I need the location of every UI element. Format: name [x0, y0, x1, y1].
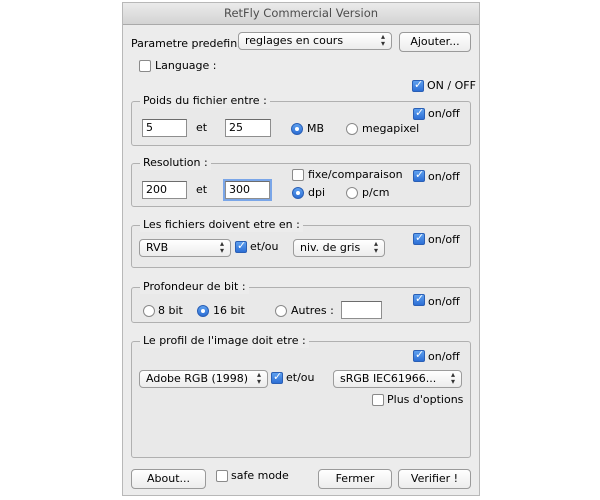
bitdepth-onoff-checkbox[interactable]	[413, 292, 425, 306]
select-arrows-icon: ▴ ▾	[450, 370, 455, 386]
files-onoff-checkbox[interactable]	[413, 231, 425, 245]
resolution-pcm-label: p/cm	[362, 186, 390, 199]
profile2-select[interactable]: sRGB IEC61966... ▴ ▾	[333, 370, 462, 388]
profile-onoff-checkbox[interactable]	[413, 348, 425, 362]
files-onoff-label: on/off	[428, 233, 460, 246]
verify-button[interactable]: Verifier !	[398, 469, 471, 489]
resolution-dpi-label: dpi	[308, 186, 326, 199]
weight-group-title: Poids du fichier entre :	[140, 94, 270, 108]
profile1-value: Adobe RGB (1998)	[146, 372, 249, 385]
bitdepth-onoff-label: on/off	[428, 295, 460, 308]
bitdepth-8-radio[interactable]	[143, 305, 155, 317]
preset-select-value: reglages en cours	[245, 34, 344, 47]
resolution-min-input[interactable]: 200	[142, 181, 187, 199]
language-label: Language :	[155, 59, 217, 72]
profile-andor-checkbox[interactable]	[271, 370, 283, 384]
resolution-fixed-label: fixe/comparaison	[308, 168, 403, 181]
resolution-onoff-checkbox[interactable]	[413, 168, 425, 182]
profile2-value: sRGB IEC61966...	[340, 372, 437, 385]
weight-megapixel-radio[interactable]	[346, 123, 358, 135]
select-arrows-icon: ▴ ▾	[256, 370, 261, 386]
bitdepth-other-input[interactable]	[341, 301, 382, 319]
weight-and-label: et	[196, 121, 208, 134]
more-options-checkbox[interactable]	[372, 394, 384, 406]
resolution-fixed-checkbox[interactable]	[292, 169, 304, 181]
profile-group-title: Le profil de l'image doit etre :	[140, 334, 309, 348]
window-title: RetFly Commercial Version	[123, 3, 479, 25]
preset-label: Parametre predefini	[131, 37, 241, 50]
about-button[interactable]: About...	[131, 469, 206, 489]
files-andor-label: et/ou	[250, 240, 279, 253]
add-preset-button[interactable]: Ajouter...	[399, 32, 471, 52]
weight-mb-label: MB	[307, 122, 325, 135]
resolution-onoff-label: on/off	[428, 170, 460, 183]
select-arrows-icon: ▴ ▾	[219, 239, 224, 255]
language-checkbox[interactable]	[139, 60, 151, 72]
master-onoff-checkbox[interactable]	[412, 78, 424, 92]
close-button[interactable]: Fermer	[318, 469, 392, 489]
resolution-pcm-radio[interactable]	[346, 187, 358, 199]
bitdepth-other-radio[interactable]	[275, 305, 287, 317]
more-options-label: Plus d'options	[387, 393, 464, 406]
files-mode1-value: RVB	[146, 241, 169, 254]
app-window: RetFly Commercial Version Parametre pred…	[122, 2, 480, 496]
files-mode1-select[interactable]: RVB ▴ ▾	[139, 239, 231, 257]
resolution-and-label: et	[196, 183, 208, 196]
weight-group: Poids du fichier entre : on/off 5 et 25 …	[131, 94, 471, 146]
preset-select[interactable]: reglages en cours ▴ ▾	[238, 32, 392, 50]
bitdepth-other-label: Autres :	[291, 304, 334, 317]
weight-onoff-label: on/off	[428, 107, 460, 120]
files-mode2-value: niv. de gris	[300, 241, 361, 254]
bitdepth-16-label: 16 bit	[213, 304, 245, 317]
bitdepth-group: Profondeur de bit : on/off 8 bit 16 bit …	[131, 280, 471, 323]
files-mode2-select[interactable]: niv. de gris ▴ ▾	[293, 239, 385, 257]
select-arrows-icon: ▴ ▾	[373, 239, 378, 255]
resolution-dpi-radio[interactable]	[292, 187, 304, 199]
bitdepth-16-radio[interactable]	[197, 305, 209, 317]
bitdepth-group-title: Profondeur de bit :	[140, 280, 249, 294]
profile1-select[interactable]: Adobe RGB (1998) ▴ ▾	[139, 370, 268, 388]
weight-mb-radio[interactable]	[291, 123, 303, 135]
files-group-title: Les fichiers doivent etre en :	[140, 218, 303, 232]
weight-max-input[interactable]: 25	[225, 119, 271, 137]
weight-min-input[interactable]: 5	[142, 119, 187, 137]
profile-group: Le profil de l'image doit etre : on/off …	[131, 334, 471, 458]
profile-onoff-label: on/off	[428, 350, 460, 363]
files-andor-checkbox[interactable]	[235, 239, 247, 253]
resolution-group: Resolution : fixe/comparaison on/off 200…	[131, 156, 471, 207]
resolution-group-title: Resolution :	[140, 156, 211, 170]
weight-onoff-checkbox[interactable]	[413, 106, 425, 120]
resolution-max-input[interactable]: 300	[225, 181, 270, 199]
files-group: Les fichiers doivent etre en : on/off RV…	[131, 218, 471, 268]
profile-andor-label: et/ou	[286, 371, 315, 384]
bitdepth-8-label: 8 bit	[158, 304, 183, 317]
master-onoff-label: ON / OFF	[427, 79, 476, 92]
weight-megapixel-label: megapixel	[362, 122, 420, 135]
safe-mode-label: safe mode	[231, 469, 289, 482]
select-arrows-icon: ▴ ▾	[380, 32, 385, 48]
safe-mode-checkbox[interactable]	[216, 470, 228, 482]
